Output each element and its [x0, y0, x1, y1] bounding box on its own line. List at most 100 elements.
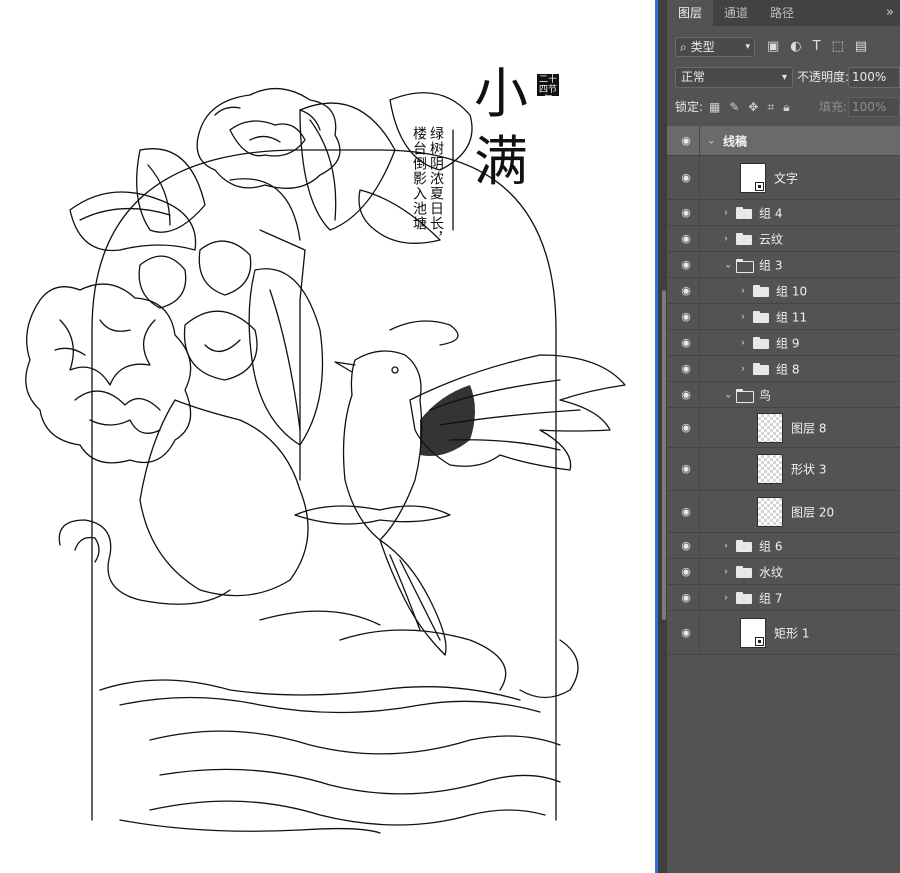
filter-type-select[interactable]: ⌕ 类型 ▾ [675, 37, 755, 57]
visibility-eye-icon[interactable]: ◉ [679, 540, 693, 551]
layer-row[interactable]: ◉ 文字 [667, 156, 900, 200]
layer-group-row[interactable]: ◉ › 组 11 [667, 304, 900, 330]
chevron-right-icon[interactable]: › [741, 337, 745, 348]
layer-name[interactable]: 图层 8 [791, 419, 826, 436]
layer-group-row[interactable]: ◉ ⌄ 鸟 [667, 382, 900, 408]
tab-channels[interactable]: 通道 [713, 0, 759, 26]
bird [334, 350, 626, 656]
folder-icon [736, 206, 752, 219]
title-char-2: 满 [474, 130, 528, 193]
visibility-eye-icon[interactable]: ◉ [679, 592, 693, 603]
folder-icon [753, 310, 769, 323]
visibility-eye-icon[interactable]: ◉ [679, 363, 693, 374]
chevron-right-icon[interactable]: › [741, 285, 745, 296]
layer-group-row[interactable]: ◉ › 云纹 [667, 226, 900, 252]
visibility-eye-icon[interactable]: ◉ [679, 506, 693, 517]
lock-image-pixels-icon[interactable]: ✎ [729, 96, 739, 118]
image-filter-icon[interactable]: ▣ [767, 37, 779, 57]
document-canvas[interactable]: 小 满 二十四节气 绿树阴浓夏日长， 楼台倒影入池塘 [0, 0, 658, 873]
layer-name[interactable]: 水纹 [759, 563, 783, 580]
lock-artboard-icon[interactable]: ⌗ [767, 96, 774, 118]
visibility-eye-icon[interactable]: ◉ [679, 337, 693, 348]
visibility-eye-icon[interactable]: ◉ [679, 233, 693, 244]
layer-row[interactable]: ◉ 图层 20 [667, 491, 900, 533]
fill-input[interactable]: 100% [848, 97, 900, 117]
layer-thumbnail [740, 617, 766, 648]
layer-row[interactable]: ◉ 形状 3 [667, 448, 900, 491]
layer-row[interactable]: ◉ 矩形 1 [667, 611, 900, 655]
layer-name[interactable]: 组 7 [759, 589, 782, 606]
layer-name[interactable]: 组 3 [759, 256, 782, 273]
chevron-down-icon[interactable]: ⌄ [724, 389, 732, 400]
opacity-input[interactable]: 100% [848, 67, 900, 88]
layer-name[interactable]: 组 9 [776, 334, 799, 351]
blend-mode-select[interactable]: 正常 ▾ [675, 67, 793, 88]
layer-group-row[interactable]: ◉ › 组 4 [667, 200, 900, 226]
folder-icon [753, 336, 769, 349]
visibility-eye-icon[interactable]: ◉ [679, 463, 693, 474]
layer-name[interactable]: 组 8 [776, 360, 799, 377]
visibility-eye-icon[interactable]: ◉ [679, 207, 693, 218]
chevron-right-icon[interactable]: › [724, 592, 728, 603]
lock-all-icon[interactable]: 🔒︎ [783, 96, 789, 118]
lock-transparent-pixels-icon[interactable]: ▦ [709, 96, 720, 118]
panel-tabs: 图层 通道 路径 » [667, 0, 900, 26]
layer-group-row[interactable]: ◉ › 组 10 [667, 278, 900, 304]
visibility-eye-icon[interactable]: ◉ [679, 389, 693, 400]
layer-name[interactable]: 云纹 [759, 230, 783, 247]
chevron-right-icon[interactable]: › [724, 566, 728, 577]
layer-group-row[interactable]: ◉ › 组 6 [667, 533, 900, 559]
water-waves [99, 610, 561, 834]
row-divider [699, 448, 700, 490]
layer-row[interactable]: ◉ 图层 8 [667, 408, 900, 448]
folder-icon [753, 284, 769, 297]
row-divider [699, 585, 700, 610]
visibility-eye-icon[interactable]: ◉ [679, 285, 693, 296]
smart-object-badge-icon [755, 181, 764, 191]
tab-layers[interactable]: 图层 [667, 0, 714, 26]
layer-group-row[interactable]: ◉ › 组 9 [667, 330, 900, 356]
layer-name[interactable]: 形状 3 [791, 461, 826, 478]
filter-type-label: 类型 [690, 40, 715, 54]
shape-filter-icon[interactable]: ⬚ [832, 37, 844, 57]
layer-name[interactable]: 组 6 [759, 537, 782, 554]
layer-name[interactable]: 文字 [774, 169, 798, 186]
chevron-right-icon[interactable]: › [724, 207, 728, 218]
type-filter-icon[interactable]: T [813, 37, 821, 57]
row-divider [699, 278, 700, 303]
opacity-label: 不透明度: [797, 70, 850, 84]
visibility-eye-icon[interactable]: ◉ [679, 135, 693, 146]
canvas-scrollbar[interactable] [662, 290, 666, 620]
layer-name[interactable]: 组 11 [776, 308, 807, 325]
visibility-eye-icon[interactable]: ◉ [679, 172, 693, 183]
chevron-down-icon[interactable]: ⌄ [724, 259, 732, 270]
layer-name[interactable]: 组 4 [759, 204, 782, 221]
layer-group-row[interactable]: ◉ › 组 8 [667, 356, 900, 382]
visibility-eye-icon[interactable]: ◉ [679, 627, 693, 638]
layer-name[interactable]: 线稿 [723, 132, 747, 149]
layer-name[interactable]: 矩形 1 [774, 624, 809, 641]
adjustment-filter-icon[interactable]: ◐ [790, 37, 801, 57]
chevron-down-icon[interactable]: ⌄ [707, 135, 715, 146]
layer-group-row[interactable]: ◉ ⌄ 线稿 [667, 126, 900, 156]
row-divider [699, 200, 700, 225]
visibility-eye-icon[interactable]: ◉ [679, 422, 693, 433]
layer-group-row[interactable]: ◉ ⌄ 组 3 [667, 252, 900, 278]
smart-object-filter-icon[interactable]: ▤ [855, 37, 867, 57]
layer-name[interactable]: 组 10 [776, 282, 807, 299]
chevron-right-icon[interactable]: › [724, 233, 728, 244]
tab-paths[interactable]: 路径 [759, 0, 805, 26]
panel-menu-icon[interactable]: » [886, 0, 894, 26]
layer-group-row[interactable]: ◉ › 水纹 [667, 559, 900, 585]
chevron-right-icon[interactable]: › [724, 540, 728, 551]
visibility-eye-icon[interactable]: ◉ [679, 566, 693, 577]
lock-position-icon[interactable]: ✥ [748, 96, 758, 118]
chevron-right-icon[interactable]: › [741, 363, 745, 374]
layer-name[interactable]: 鸟 [759, 386, 771, 403]
visibility-eye-icon[interactable]: ◉ [679, 259, 693, 270]
row-divider [699, 226, 700, 251]
chevron-right-icon[interactable]: › [741, 311, 745, 322]
visibility-eye-icon[interactable]: ◉ [679, 311, 693, 322]
layer-name[interactable]: 图层 20 [791, 503, 834, 520]
layer-group-row[interactable]: ◉ › 组 7 [667, 585, 900, 611]
